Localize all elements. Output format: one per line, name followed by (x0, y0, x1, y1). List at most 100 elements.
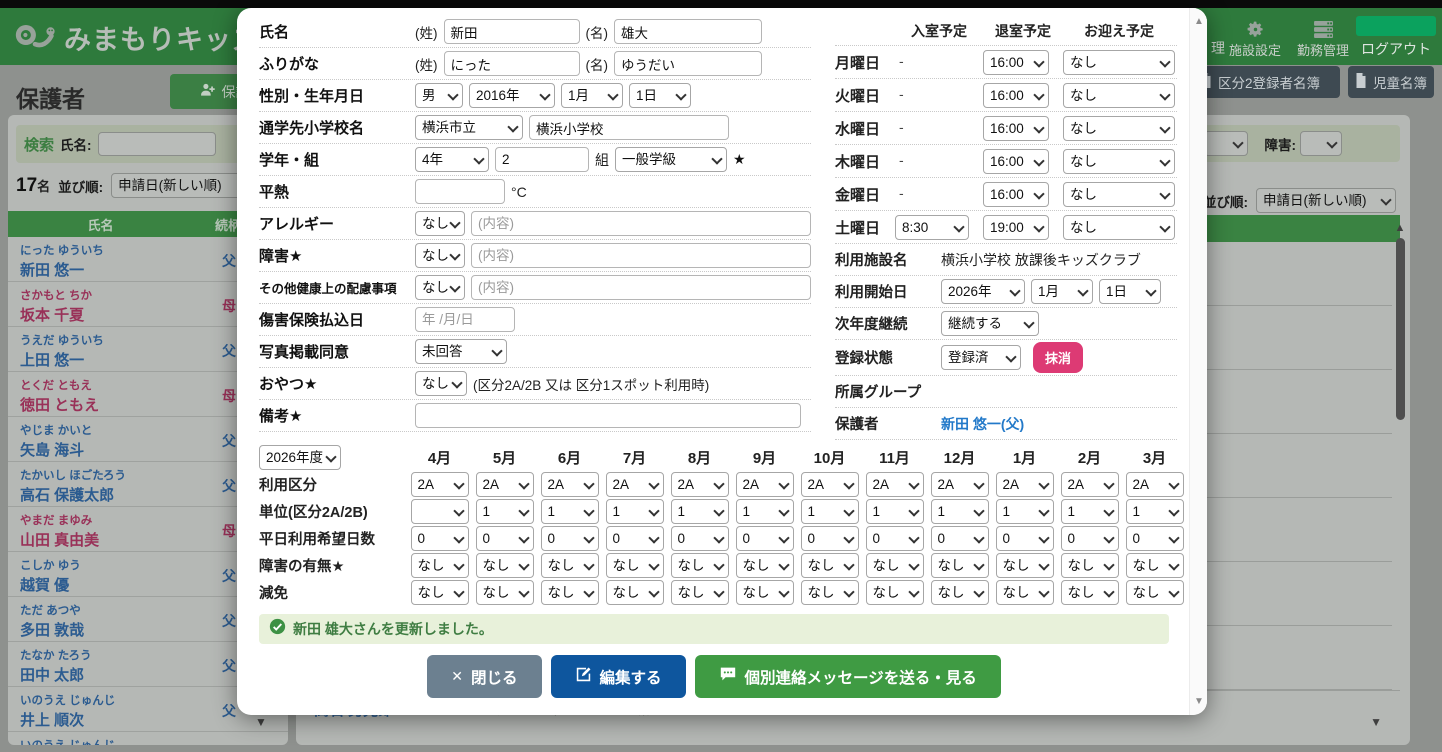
disability-select[interactable]: なし (415, 243, 465, 268)
monthly-value-select[interactable]: 0 (736, 526, 794, 551)
children-sort-select[interactable]: 申請日(新しい順) (1256, 188, 1396, 213)
monthly-value-select[interactable]: 1 (476, 499, 534, 524)
monthly-value-select[interactable]: 2A (736, 472, 794, 497)
monthly-value-select[interactable]: 0 (1126, 526, 1184, 551)
monthly-value-select[interactable]: なし (801, 553, 859, 578)
exit-time-select[interactable]: 16:00 (983, 182, 1049, 207)
fiscal-year-select[interactable]: 2026年度 (259, 445, 341, 470)
exit-time-select[interactable]: 19:00 (983, 215, 1049, 240)
first-name-input[interactable] (614, 19, 762, 44)
monthly-value-select[interactable]: なし (671, 580, 729, 605)
allergy-select[interactable]: なし (415, 211, 465, 236)
pickup-select[interactable]: なし (1063, 83, 1175, 108)
monthly-value-select[interactable]: なし (996, 580, 1054, 605)
monthly-value-select[interactable]: 0 (1061, 526, 1119, 551)
memo-input[interactable] (415, 403, 801, 428)
monthly-value-select[interactable]: 2A (411, 472, 469, 497)
monthly-value-select[interactable]: 1 (1061, 499, 1119, 524)
monthly-value-select[interactable]: なし (1126, 553, 1184, 578)
monthly-value-select[interactable]: なし (411, 553, 469, 578)
monthly-value-select[interactable]: 1 (931, 499, 989, 524)
edit-button[interactable]: 編集する (551, 655, 686, 698)
grade-select[interactable]: 4年 (415, 147, 489, 172)
class-type-select[interactable]: 一般学級 (615, 147, 727, 172)
monthly-value-select[interactable]: 2A (1061, 472, 1119, 497)
photo-consent-select[interactable]: 未回答 (415, 339, 507, 364)
monthly-value-select[interactable]: 2A (866, 472, 924, 497)
birth-day-select[interactable]: 1日 (629, 83, 691, 108)
monthly-value-select[interactable]: 0 (671, 526, 729, 551)
pickup-select[interactable]: なし (1063, 215, 1175, 240)
monthly-value-select[interactable]: なし (541, 553, 599, 578)
monthly-value-select[interactable]: なし (476, 553, 534, 578)
monthly-value-select[interactable]: 1 (541, 499, 599, 524)
scroll-down-icon[interactable]: ▼ (1190, 696, 1208, 707)
send-message-button[interactable]: 個別連絡メッセージを送る・見る (695, 655, 1001, 698)
monthly-value-select[interactable]: 2A (476, 472, 534, 497)
status-select[interactable]: 登録済 (941, 345, 1021, 370)
monthly-value-select[interactable]: なし (736, 580, 794, 605)
pickup-select[interactable]: なし (1063, 182, 1175, 207)
monthly-value-select[interactable]: 0 (476, 526, 534, 551)
monthly-value-select[interactable]: なし (866, 580, 924, 605)
monthly-value-select[interactable]: 0 (411, 526, 469, 551)
monthly-value-select[interactable]: なし (411, 580, 469, 605)
school-name-input[interactable] (529, 115, 729, 140)
disability-filter-select[interactable] (1300, 131, 1342, 156)
monthly-value-select[interactable]: なし (866, 553, 924, 578)
disability-detail-input[interactable] (471, 243, 811, 268)
start-month-select[interactable]: 1月 (1031, 279, 1093, 304)
scroll-up-icon[interactable]: ▲ (1394, 222, 1406, 234)
monthly-value-select[interactable]: なし (931, 580, 989, 605)
school-type-select[interactable]: 横浜市立 (415, 115, 523, 140)
monthly-value-select[interactable]: 2A (671, 472, 729, 497)
monthly-value-select[interactable]: 2A (996, 472, 1054, 497)
monthly-value-select[interactable]: 2A (541, 472, 599, 497)
monthly-value-select[interactable]: 0 (541, 526, 599, 551)
monthly-value-select[interactable]: なし (541, 580, 599, 605)
monthly-value-select[interactable]: なし (606, 553, 664, 578)
monthly-value-select[interactable]: 1 (1126, 499, 1184, 524)
first-kana-input[interactable] (614, 51, 762, 76)
monthly-value-select[interactable]: 2A (606, 472, 664, 497)
guardian-link[interactable]: 新田 悠一(父) (941, 414, 1024, 434)
scroll-down-icon[interactable]: ▼ (1370, 715, 1382, 729)
monthly-value-select[interactable]: なし (1061, 553, 1119, 578)
birth-year-select[interactable]: 2016年 (469, 83, 555, 108)
close-button[interactable]: ✕ 閉じる (427, 655, 541, 698)
exit-time-select[interactable]: 16:00 (983, 50, 1049, 75)
pickup-select[interactable]: なし (1063, 50, 1175, 75)
monthly-value-select[interactable]: 1 (606, 499, 664, 524)
children-scrollbar[interactable]: ▲ (1394, 222, 1406, 420)
monthly-value-select[interactable]: 2A (801, 472, 859, 497)
monthly-value-select[interactable]: 0 (606, 526, 664, 551)
scroll-up-icon[interactable]: ▲ (1190, 16, 1208, 27)
scrollbar-thumb[interactable] (1396, 238, 1405, 420)
monthly-value-select[interactable]: 1 (671, 499, 729, 524)
logout-button[interactable]: ログアウト (1356, 16, 1436, 59)
insurance-date-input[interactable] (415, 307, 515, 332)
monthly-value-select[interactable]: 0 (931, 526, 989, 551)
start-day-select[interactable]: 1日 (1099, 279, 1161, 304)
monthly-value-select[interactable]: なし (1126, 580, 1184, 605)
continue-select[interactable]: 継続する (941, 311, 1039, 336)
birth-month-select[interactable]: 1月 (561, 83, 623, 108)
monthly-value-select[interactable]: なし (736, 553, 794, 578)
children-roster-button[interactable]: 児童名簿 (1348, 66, 1434, 98)
revoke-button[interactable]: 抹消 (1033, 342, 1083, 373)
nav-item-facility-settings[interactable]: 施設設定 (1222, 18, 1288, 59)
enter-time-select[interactable]: 8:30 (895, 215, 969, 240)
monthly-value-select[interactable]: 1 (866, 499, 924, 524)
nav-item-work-management[interactable]: 勤務管理 (1290, 18, 1356, 59)
exit-time-select[interactable]: 16:00 (983, 149, 1049, 174)
monthly-value-select[interactable]: 0 (866, 526, 924, 551)
guardian-row[interactable]: いのうえ じゅんじ (8, 732, 288, 745)
gender-select[interactable]: 男 (415, 83, 463, 108)
monthly-value-select[interactable]: なし (671, 553, 729, 578)
last-kana-input[interactable] (444, 51, 580, 76)
health-select[interactable]: なし (415, 275, 465, 300)
monthly-value-select[interactable]: 1 (996, 499, 1054, 524)
snack-select[interactable]: なし (415, 371, 467, 396)
allergy-detail-input[interactable] (471, 211, 811, 236)
monthly-value-select[interactable]: 2A (931, 472, 989, 497)
